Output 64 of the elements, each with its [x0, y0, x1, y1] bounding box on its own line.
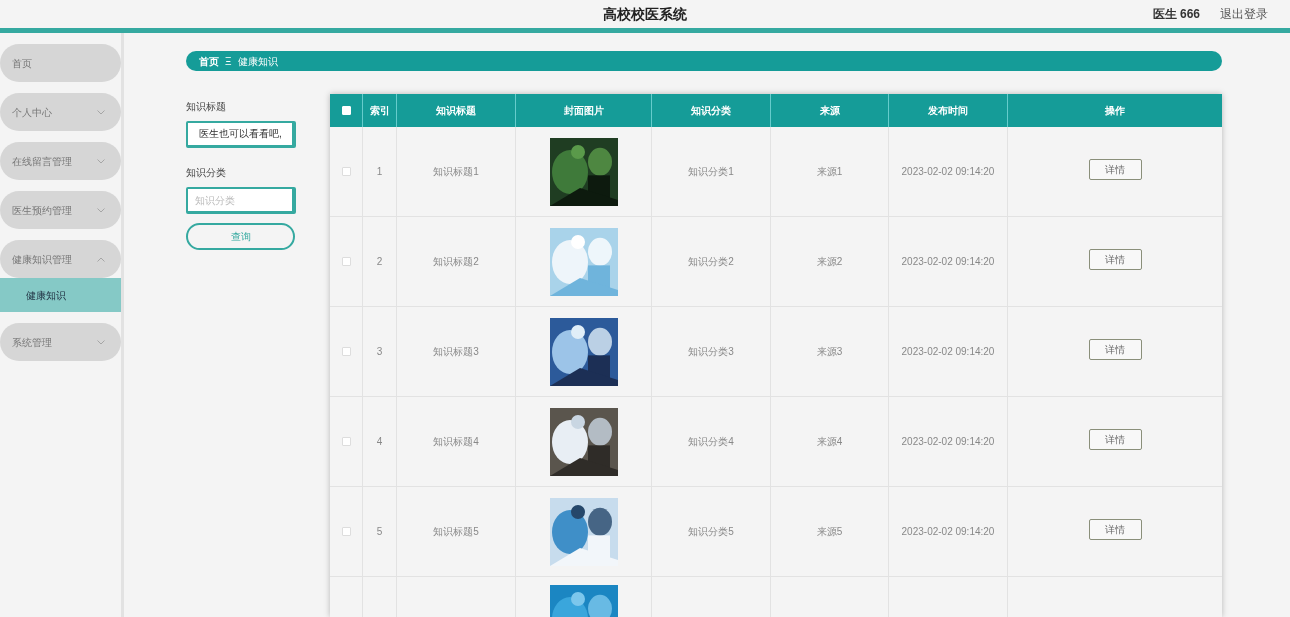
sidebar-item-label: 医生预约管理: [12, 203, 72, 218]
field-label: 知识分类: [186, 166, 227, 181]
time-text: 2023-02-02 09:14:20: [901, 345, 995, 360]
breadcrumb-current: 健康知识: [237, 54, 278, 69]
sidebar-item-label: 个人中心: [12, 105, 52, 120]
select-all-checkbox[interactable]: [341, 106, 351, 116]
source-text: 来源1: [816, 165, 843, 180]
app-title: 高校校医系统: [603, 4, 687, 24]
breadcrumb-home[interactable]: 首页: [199, 53, 219, 69]
row-checkbox[interactable]: [341, 257, 351, 267]
row-checkbox[interactable]: [341, 437, 351, 447]
row-checkbox[interactable]: [341, 167, 351, 177]
source-text: 来源3: [816, 345, 843, 360]
title-text: 知识标题5: [433, 525, 479, 540]
title-field[interactable]: 医生也可以看看吧,: [186, 121, 296, 149]
time-text: 2023-02-02 09:14:20: [901, 435, 995, 450]
column-header: 封面图片: [516, 94, 652, 128]
category-text: 知识分类2: [688, 255, 734, 270]
detail-button[interactable]: 详情: [1088, 159, 1142, 181]
column-header: 发布时间: [889, 94, 1008, 128]
column-header: 知识分类: [652, 94, 771, 128]
sidebar-item-label: 健康知识管理: [12, 252, 72, 267]
breadcrumb-separator: Ξ: [225, 54, 232, 69]
category-text: 知识分类1: [688, 165, 734, 180]
column-header: 来源: [771, 94, 889, 128]
time-text: 2023-02-02 09:14:20: [901, 165, 995, 180]
category-text: 知识分类5: [688, 525, 734, 540]
category-text: 知识分类3: [688, 345, 734, 360]
index-text: 1: [376, 165, 383, 180]
sidebar-item-label: 系统管理: [12, 335, 52, 350]
field-label: 知识标题: [186, 100, 227, 115]
detail-button[interactable]: 详情: [1088, 429, 1142, 451]
time-text: 2023-02-02 09:14:20: [901, 525, 995, 540]
detail-button[interactable]: 详情: [1088, 519, 1142, 541]
source-text: 来源4: [816, 435, 843, 450]
row-checkbox[interactable]: [341, 527, 351, 537]
title-text: 知识标题4: [433, 435, 479, 450]
detail-button[interactable]: 详情: [1088, 339, 1142, 361]
user-name: 医生 666: [1152, 6, 1200, 23]
category-text: 知识分类4: [688, 435, 734, 450]
index-text: 5: [376, 525, 383, 540]
sidebar-item[interactable]: 首页: [0, 44, 121, 82]
column-header: 操作: [1104, 104, 1126, 119]
sidebar-item[interactable]: 系统管理: [0, 323, 121, 361]
title-text: 知识标题1: [433, 165, 479, 180]
sidebar-item[interactable]: 在线留言管理: [0, 142, 121, 180]
column-header: 索引: [363, 94, 397, 128]
title-text: 知识标题2: [433, 255, 479, 270]
index-text: 4: [376, 435, 383, 450]
column-header: 知识标题: [397, 94, 516, 128]
source-text: 来源5: [816, 525, 843, 540]
title-text: 知识标题3: [433, 345, 479, 360]
sidebar-item-label: 在线留言管理: [12, 154, 72, 169]
sidebar-subitem[interactable]: 健康知识: [0, 278, 121, 312]
sidebar-item[interactable]: 个人中心: [0, 93, 121, 131]
detail-button[interactable]: 详情: [1088, 249, 1142, 271]
index-text: 2: [376, 255, 383, 270]
sidebar-item[interactable]: 医生预约管理: [0, 191, 121, 229]
row-checkbox[interactable]: [341, 347, 351, 357]
time-text: 2023-02-02 09:14:20: [901, 255, 995, 270]
index-text: 3: [376, 345, 383, 360]
logout-link[interactable]: 退出登录: [1220, 5, 1268, 23]
source-text: 来源2: [816, 255, 843, 270]
sidebar-item[interactable]: 健康知识管理: [0, 240, 121, 278]
